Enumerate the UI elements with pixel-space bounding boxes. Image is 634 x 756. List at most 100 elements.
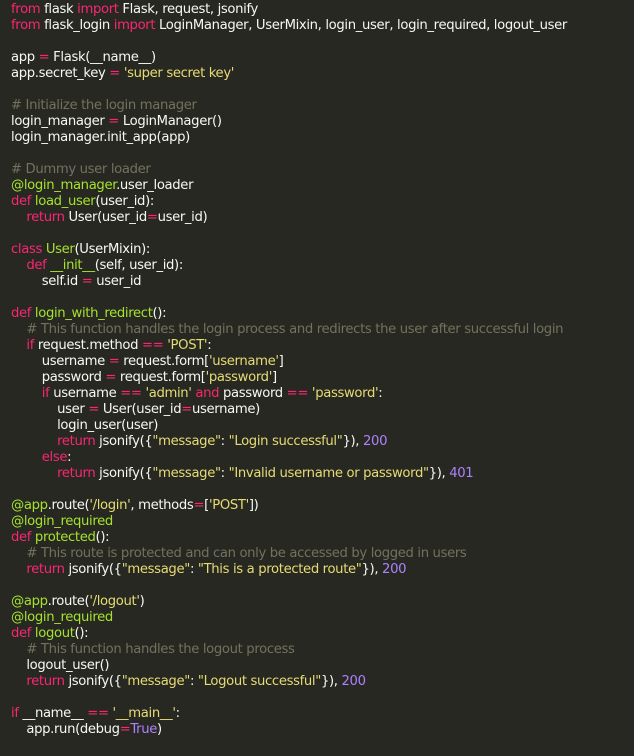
code-token-txt: username [49, 386, 121, 401]
code-token-str: 'POST' [167, 338, 208, 353]
code-token-txt: : [207, 338, 212, 353]
code-token-txt: : [189, 674, 198, 689]
code-token-kw: = [105, 370, 117, 385]
code-token-kw: else [41, 450, 68, 465]
code-token-txt: password [219, 386, 287, 401]
code-token-txt: jsonify({ [95, 434, 153, 449]
code-token-kw: = [119, 722, 131, 737]
code-line: if username == 'admin' and password == '… [0, 386, 634, 402]
code-line: if request.method == 'POST': [0, 338, 634, 354]
code-line: def __init__(self, user_id): [0, 258, 634, 274]
code-token-str: "message" [152, 434, 221, 449]
code-line: # This route is protected and can only b… [0, 546, 634, 562]
code-token-txt: }), [428, 466, 450, 481]
code-token-txt: .route( [47, 594, 90, 609]
code-token-str: 'POST' [208, 498, 249, 513]
code-token-txt: : [189, 562, 198, 577]
code-line: return jsonify({"message": "Login succes… [0, 434, 634, 450]
code-line: logout_user() [0, 658, 634, 674]
code-token-txt: jsonify({ [64, 674, 122, 689]
code-line: ​ [0, 34, 634, 50]
code-token-txt: ) [139, 594, 145, 609]
code-token-txt: (): [95, 530, 110, 545]
code-token-txt: self.id [11, 274, 82, 289]
code-token-str: 'password' [311, 386, 379, 401]
code-token-str: "This is a protected route" [197, 562, 362, 577]
code-token-fn: logout [34, 626, 75, 641]
code-token-txt: password [11, 370, 106, 385]
code-line: # Initialize the login manager [0, 98, 634, 114]
code-line: if __name__ == '__main__': [0, 706, 634, 722]
code-token-num: 200 [363, 434, 388, 449]
code-token-str: 'super secret key' [123, 66, 235, 81]
code-line: @login_manager.user_loader [0, 178, 634, 194]
code-token-fn: login_with_redirect [34, 306, 153, 321]
code-line: return jsonify({"message": "This is a pr… [0, 562, 634, 578]
code-line: # This function handles the login proces… [0, 322, 634, 338]
code-token-txt: login_user(user) [11, 418, 159, 433]
code-token-fn: load_user [34, 194, 96, 209]
code-line: # Dummy user loader [0, 162, 634, 178]
code-token-kw: def [11, 306, 32, 321]
code-line: ​ [0, 146, 634, 162]
code-line: from flask_login import LoginManager, Us… [0, 18, 634, 34]
code-line: from flask import Flask, request, jsonif… [0, 2, 634, 18]
code-token-fn: User [45, 242, 75, 257]
code-token-fn: __init__ [50, 258, 95, 273]
code-line: @login_required [0, 610, 634, 626]
code-token-num: 200 [382, 562, 407, 577]
code-token-kw: def [11, 194, 32, 209]
code-token-kw: def [26, 258, 47, 273]
code-token-com: # Initialize the login manager [11, 98, 197, 113]
code-token-txt: user [11, 402, 89, 417]
code-token-txt: LoginManager() [119, 114, 222, 129]
code-line: ​ [0, 578, 634, 594]
code-token-txt: user_id) [157, 210, 208, 225]
code-token-kw: if [11, 706, 19, 721]
code-token-txt: (user_id): [95, 194, 154, 209]
code-token-kw: == [120, 386, 142, 401]
code-line: user = User(user_id=username) [0, 402, 634, 418]
code-token-num: 401 [449, 466, 474, 481]
code-token-txt: User(user_id [64, 210, 147, 225]
code-token-str: "message" [152, 466, 221, 481]
code-token-txt: jsonify({ [95, 466, 153, 481]
code-line: return jsonify({"message": "Logout succe… [0, 674, 634, 690]
code-token-str: '__main__' [112, 706, 176, 721]
code-token-dec: @app [11, 498, 48, 513]
code-line: @app.route('/logout') [0, 594, 634, 610]
code-token-txt: request.form[ [116, 370, 206, 385]
code-token-kw: return [26, 562, 65, 577]
code-token-kw: import [113, 18, 156, 33]
code-token-kw: import [77, 2, 119, 17]
code-line: login_manager = LoginManager() [0, 114, 634, 130]
code-token-str: "Logout successful" [197, 674, 321, 689]
code-line: username = request.form['username'] [0, 354, 634, 370]
code-token-txt: ] [278, 354, 284, 369]
code-token-txt: : [220, 466, 229, 481]
code-token-com: # Dummy user loader [11, 162, 151, 177]
code-token-str: 'username' [208, 354, 279, 369]
code-line: self.id = user_id [0, 274, 634, 290]
code-token-str: 'admin' [145, 386, 192, 401]
code-token-txt: }), [361, 562, 383, 577]
code-token-kw: == [142, 338, 164, 353]
code-token-txt: logout_user() [11, 658, 110, 673]
code-line: else: [0, 450, 634, 466]
code-token-txt: ) [157, 722, 162, 737]
code-line: login_user(user) [0, 418, 634, 434]
code-token-kw: from [11, 2, 41, 17]
code-line: ​ [0, 290, 634, 306]
code-token-txt: .route( [47, 498, 90, 513]
code-editor[interactable]: from flask import Flask, request, jsonif… [0, 0, 634, 756]
